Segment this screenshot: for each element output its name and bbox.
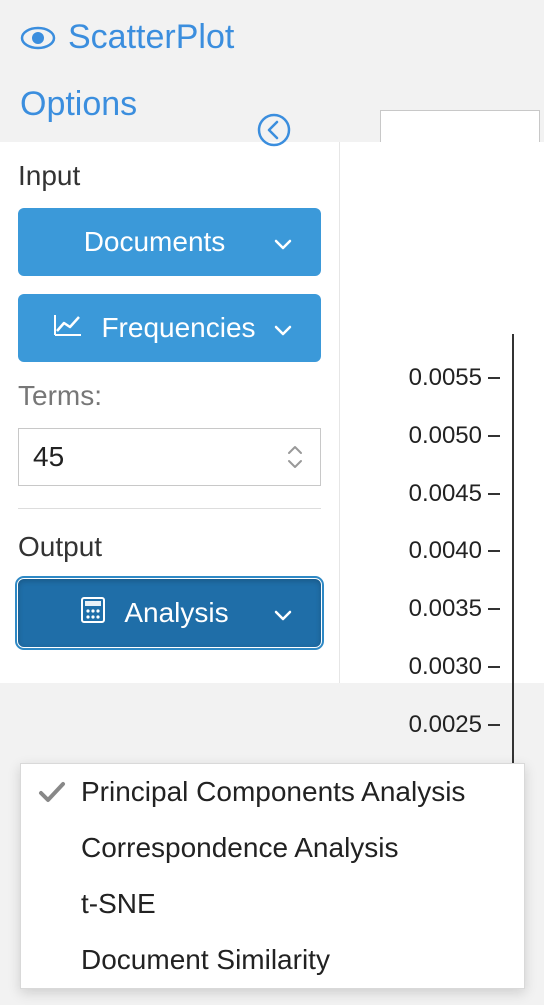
chevron-down-icon [273,312,293,344]
y-tick: 0.0040 [350,537,500,565]
app-title: ScatterPlot [68,18,234,57]
options-label: Options [20,85,137,124]
chart-area: 0.00550.00500.00450.00400.00350.00300.00… [340,142,544,683]
tick-mark [488,493,500,495]
chevron-down-icon [273,226,293,258]
terms-spinner[interactable]: 45 [18,428,321,486]
tick-mark [488,608,500,610]
menu-item-label: Correspondence Analysis [81,832,399,864]
terms-value: 45 [33,441,64,473]
output-section-label: Output [18,531,321,563]
y-tick-label: 0.0035 [409,595,482,623]
y-tick-label: 0.0050 [409,422,482,450]
y-tick: 0.0035 [350,595,500,623]
documents-dropdown[interactable]: Documents [18,208,321,276]
analysis-dropdown-label: Analysis [124,597,228,629]
y-tick-label: 0.0025 [409,711,482,739]
menu-item-label: Principal Components Analysis [81,776,465,808]
tick-mark [488,724,500,726]
y-tick-label: 0.0055 [409,364,482,392]
analysis-menu: Principal Components Analysis Correspond… [20,763,525,989]
analysis-dropdown[interactable]: Analysis [18,579,321,647]
line-chart-icon [53,312,83,344]
y-tick: 0.0050 [350,422,500,450]
y-tick-label: 0.0045 [409,480,482,508]
frequencies-dropdown[interactable]: Frequencies [18,294,321,362]
check-icon [37,777,67,807]
y-tick: 0.0045 [350,480,500,508]
documents-dropdown-label: Documents [84,226,226,258]
menu-item-tsne[interactable]: t-SNE [21,876,524,932]
section-divider [18,508,321,509]
y-tick-label: 0.0040 [409,537,482,565]
menu-item-ca[interactable]: Correspondence Analysis [21,820,524,876]
y-tick: 0.0025 [350,711,500,739]
calculator-icon [80,596,106,631]
options-panel: Input Documents Frequencies Terms: 45 [0,142,340,683]
tick-mark [488,435,500,437]
tick-mark [488,550,500,552]
menu-item-label: Document Similarity [81,944,330,976]
tick-mark [488,666,500,668]
menu-item-docsim[interactable]: Document Similarity [21,932,524,988]
chevron-down-icon [273,597,293,629]
frequencies-dropdown-label: Frequencies [101,312,255,344]
spinner-arrows-icon[interactable] [286,444,304,470]
y-tick-label: 0.0030 [409,653,482,681]
menu-item-pca[interactable]: Principal Components Analysis [21,764,524,820]
tick-mark [488,377,500,379]
input-section-label: Input [18,160,321,192]
terms-label: Terms: [18,380,321,412]
y-tick: 0.0030 [350,653,500,681]
y-tick: 0.0055 [350,364,500,392]
app-header: ScatterPlot [0,0,544,63]
visibility-icon [20,26,56,50]
collapse-panel-button[interactable] [256,112,292,148]
menu-item-label: t-SNE [81,888,156,920]
